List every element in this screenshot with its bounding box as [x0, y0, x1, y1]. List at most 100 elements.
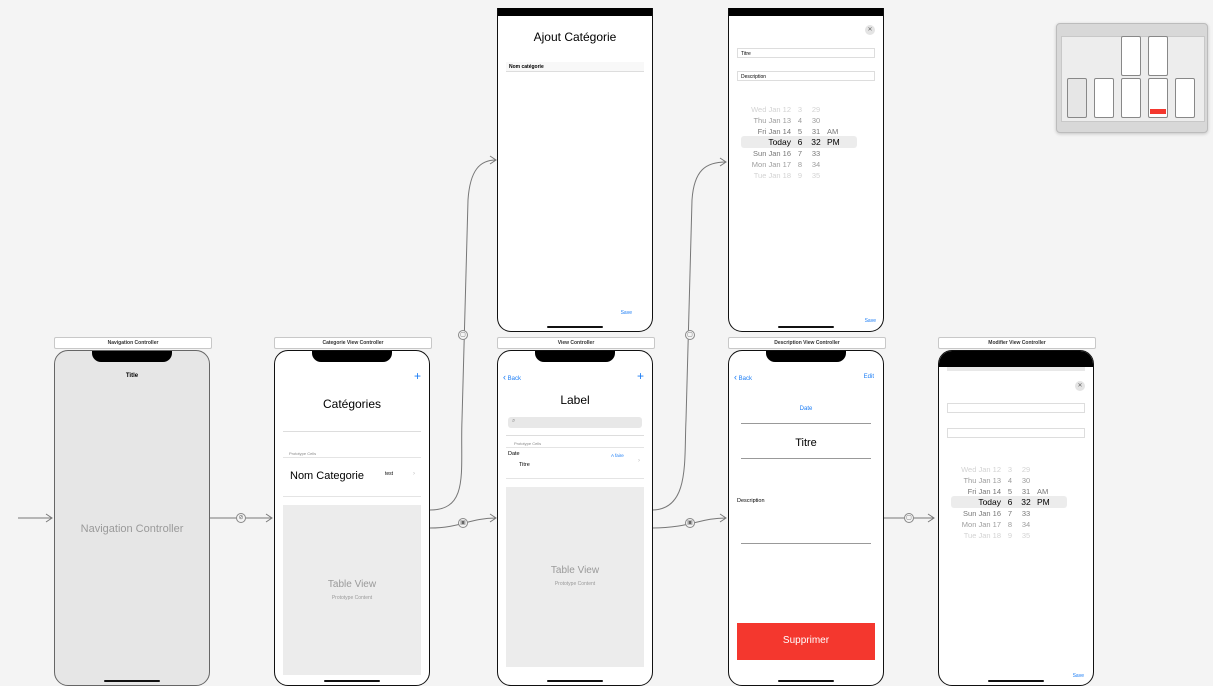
picker-hour: 9	[1007, 531, 1013, 540]
top-bar	[939, 351, 1093, 367]
picker-day: Mon Jan 17	[961, 520, 1001, 529]
picker-row[interactable]: Today 6 32 PM	[947, 497, 1087, 508]
search-icon: ⌕	[512, 418, 516, 424]
picker-period: AM	[827, 127, 839, 136]
picker-period: AM	[1037, 487, 1049, 496]
picker-row[interactable]: Mon Jan 17 8 34	[947, 519, 1087, 530]
top-bar	[498, 8, 652, 16]
picker-row[interactable]: Sun Jan 16 7 33	[947, 508, 1087, 519]
save-button[interactable]: Save	[1073, 673, 1084, 679]
home-indicator	[778, 326, 834, 328]
scene-label-categories[interactable]: Categorie View Controller	[274, 337, 432, 349]
scene-label-description[interactable]: Description View Controller	[728, 337, 886, 349]
picker-day: Thu Jan 13	[753, 116, 791, 125]
back-button[interactable]: ‹ Back	[503, 372, 521, 382]
picker-day: Tue Jan 18	[963, 531, 1001, 540]
edit-button[interactable]: Edit	[864, 374, 874, 380]
add-task-scene[interactable]: ✕ Titre Description Wed Jan 12 3 29 Thu Jan…	[728, 8, 884, 332]
storyboard-minimap[interactable]	[1056, 23, 1208, 133]
picker-minute: 34	[1021, 520, 1031, 529]
picker-row[interactable]: Tue Jan 18 9 35	[947, 530, 1087, 541]
back-button[interactable]: ‹ Back	[734, 372, 752, 382]
delete-button[interactable]: Supprimer	[737, 623, 875, 660]
chevron-left-icon: ‹	[734, 372, 737, 382]
picker-row[interactable]: Sun Jan 16 7 33	[737, 148, 877, 159]
category-cell[interactable]: Nom Categorie test ›	[283, 457, 421, 497]
minimap-scene	[1094, 78, 1114, 118]
device-notch	[535, 351, 615, 362]
picker-row[interactable]: Wed Jan 12 3 29	[737, 104, 877, 115]
picker-row[interactable]: Fri Jan 14 5 31 AM	[947, 486, 1087, 497]
picker-row[interactable]: Mon Jan 17 8 34	[737, 159, 877, 170]
picker-hour: 9	[797, 171, 803, 180]
save-button[interactable]: Save	[621, 310, 632, 316]
picker-day: Thu Jan 13	[963, 476, 1001, 485]
picker-row[interactable]: Thu Jan 13 4 30	[947, 475, 1087, 486]
navigation-controller-scene[interactable]: Title Navigation Controller	[54, 350, 210, 686]
minimap-scene	[1148, 36, 1168, 76]
table-view-label: Table View	[550, 565, 600, 576]
segue-show-icon[interactable]: ▣	[685, 518, 695, 528]
picker-hour: 4	[1007, 476, 1013, 485]
picker-row[interactable]: Wed Jan 12 3 29	[947, 464, 1087, 475]
picker-day: Fri Jan 14	[757, 127, 791, 136]
picker-row[interactable]: Fri Jan 14 5 31 AM	[737, 126, 877, 137]
device-notch	[312, 351, 392, 362]
prototype-cells-header: Prototype Cells	[289, 451, 317, 456]
segue-relationship-icon[interactable]: ⊘	[236, 513, 246, 523]
picker-minute: 29	[1021, 465, 1031, 474]
picker-day: Fri Jan 14	[967, 487, 1001, 496]
category-cell-detail: test	[385, 471, 394, 477]
add-category-scene[interactable]: Ajout Catégorie Nom catégorie Save	[497, 8, 653, 332]
picker-hour: 8	[1007, 520, 1013, 529]
category-name-field[interactable]: Nom catégorie	[506, 62, 644, 72]
save-button[interactable]: Save	[865, 318, 876, 324]
task-cell[interactable]: Date A faire Titre ›	[506, 447, 644, 479]
home-indicator	[547, 680, 603, 682]
chevron-right-icon: ›	[638, 458, 640, 464]
close-icon[interactable]: ✕	[1075, 381, 1085, 391]
view-controller-scene[interactable]: ‹ Back + Label ⌕ Prototype Cells Date A …	[497, 350, 653, 686]
minimap-scene	[1121, 78, 1141, 118]
table-view-placeholder[interactable]: Table View Prototype Content	[506, 487, 644, 667]
table-view-placeholder[interactable]: Table View Prototype Content	[283, 505, 421, 675]
description-field[interactable]	[947, 428, 1085, 438]
chevron-right-icon: ›	[413, 471, 415, 477]
picker-minute: 35	[811, 171, 821, 180]
segue-show-icon[interactable]: ▢	[458, 330, 468, 340]
close-icon[interactable]: ✕	[865, 25, 875, 35]
description-field[interactable]: Description	[737, 71, 875, 81]
scene-label-modifier[interactable]: Modifier View Controller	[938, 337, 1096, 349]
divider	[741, 458, 871, 459]
back-label: Back	[738, 376, 753, 382]
add-category-button[interactable]: +	[414, 369, 421, 383]
picker-row[interactable]: Thu Jan 13 4 30	[737, 115, 877, 126]
device-notch	[92, 351, 172, 362]
title-field[interactable]	[947, 403, 1085, 413]
modifier-scene[interactable]: ✕ Wed Jan 12 3 29 Thu Jan 13 4 30 Fri Jan 14 5 3…	[938, 350, 1094, 686]
back-label: Back	[507, 376, 522, 382]
date-picker[interactable]: Wed Jan 12 3 29 Thu Jan 13 4 30 Fri Jan 14 5 31 A…	[947, 464, 1087, 544]
segue-show-icon[interactable]: ▣	[458, 518, 468, 528]
picker-row[interactable]: Tue Jan 18 9 35	[737, 170, 877, 181]
description-scene[interactable]: ‹ Back Edit Date Titre Description Suppr…	[728, 350, 884, 686]
picker-hour: 3	[797, 105, 803, 114]
divider	[283, 431, 421, 432]
categories-scene[interactable]: + Catégories Prototype Cells Nom Categor…	[274, 350, 430, 686]
date-picker[interactable]: Wed Jan 12 3 29 Thu Jan 13 4 30 Fri Jan 14 5 31 A…	[737, 104, 877, 184]
prototype-cells-header: Prototype Cells	[514, 441, 542, 446]
add-task-button[interactable]: +	[637, 369, 644, 383]
home-indicator	[547, 326, 603, 328]
title-field[interactable]: Titre	[737, 48, 875, 58]
date-label: Date	[799, 406, 813, 412]
segue-show-icon[interactable]: ▢	[904, 513, 914, 523]
picker-row[interactable]: Today 6 32 PM	[737, 137, 877, 148]
scene-label-view-controller[interactable]: View Controller	[497, 337, 655, 349]
scene-label-navigation[interactable]: Navigation Controller	[54, 337, 212, 349]
picker-hour: 5	[1007, 487, 1013, 496]
picker-day: Tue Jan 18	[753, 171, 791, 180]
segue-show-icon[interactable]: ▢	[685, 330, 695, 340]
table-view-sublabel: Prototype Content	[331, 595, 373, 601]
categories-large-title: Catégories	[322, 397, 382, 411]
search-bar[interactable]: ⌕	[508, 417, 642, 428]
